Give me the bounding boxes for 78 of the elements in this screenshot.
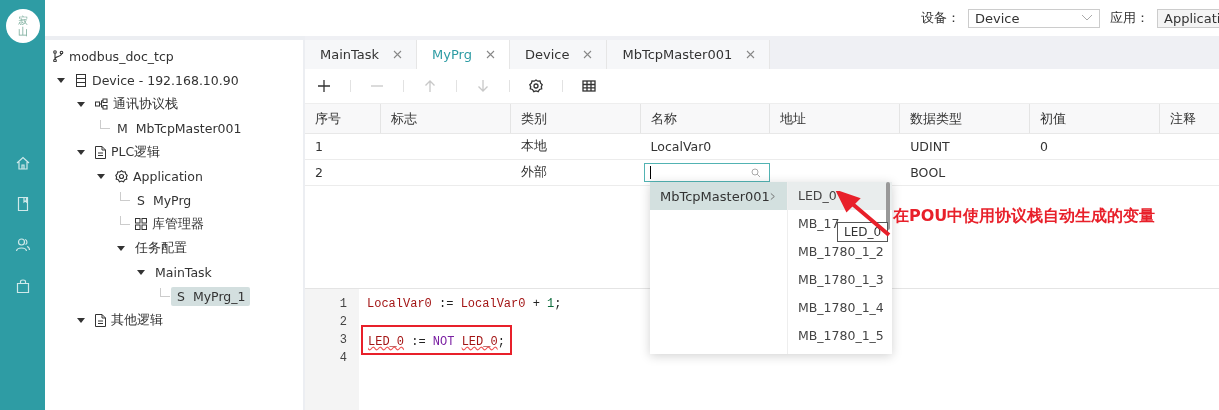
tree-item[interactable]: PLC逻辑: [91, 141, 165, 163]
device-select[interactable]: Device: [968, 8, 1100, 28]
plus-icon: [317, 79, 331, 93]
column-header: 注释: [1168, 109, 1197, 128]
tree-item[interactable]: MainTask: [151, 262, 216, 282]
table-cell: 本地: [520, 138, 547, 155]
column-header: 名称: [640, 104, 771, 133]
app-label: 应用：: [1110, 9, 1149, 27]
branch-icon: [52, 50, 64, 62]
close-icon[interactable]: [393, 50, 403, 59]
bag-icon[interactable]: [14, 278, 31, 294]
column-header: 序号: [305, 104, 381, 133]
users-icon[interactable]: [14, 237, 31, 253]
code-line: LocalVar0 := LocalVar0 + 1;: [367, 297, 562, 311]
table-cell: 0: [1040, 139, 1048, 154]
chevron-right-icon: [769, 191, 775, 201]
tree-item[interactable]: 库管理器: [131, 213, 208, 235]
table-cell: 1: [315, 139, 323, 154]
close-icon[interactable]: [746, 50, 756, 59]
tree-item[interactable]: S MyPrg: [131, 190, 196, 210]
expand-arrow-icon[interactable]: [57, 76, 65, 84]
expand-arrow-icon[interactable]: [77, 100, 85, 108]
gear-icon: [529, 79, 543, 93]
document-icon: [95, 145, 106, 159]
table-icon: [582, 79, 596, 93]
editor-tab[interactable]: MainTask: [305, 40, 418, 69]
line-number: 3: [338, 332, 348, 349]
table-cell: 2: [315, 165, 323, 180]
expand-arrow-icon[interactable]: [77, 316, 85, 324]
logo-icon: 寂山: [5, 9, 40, 43]
menu-item[interactable]: MB_1780_1_5: [788, 322, 892, 350]
code-line: LED_0 := NOT LED_0;: [368, 335, 505, 349]
tree-item[interactable]: M MbTcpMaster001: [111, 118, 246, 138]
home-icon[interactable]: [14, 155, 31, 171]
expand-arrow-icon[interactable]: [137, 268, 145, 276]
search-icon: [751, 167, 762, 178]
expand-arrow-icon[interactable]: [117, 244, 125, 252]
expand-arrow-icon[interactable]: [77, 148, 85, 156]
annotation-text: 在POU中使用协议栈自动生成的变量: [893, 206, 1156, 227]
column-header: 初值: [1030, 104, 1160, 133]
settings-icon: [115, 169, 128, 183]
table-cell: UDINT: [910, 139, 950, 154]
column-header: 地址: [770, 104, 901, 133]
table-cell: BOOL: [910, 165, 946, 180]
app-select[interactable]: Applicati: [1157, 8, 1219, 28]
expand-arrow-icon[interactable]: [97, 172, 105, 180]
tree-item[interactable]: Application: [111, 166, 207, 186]
search-field[interactable]: [644, 163, 771, 182]
menu-item[interactable]: MB_1780_1_3: [788, 266, 892, 294]
device-label: 设备：: [921, 9, 960, 27]
column-header: 类别: [510, 104, 641, 133]
scrollbar[interactable]: [886, 182, 890, 230]
server-icon: [75, 73, 87, 87]
close-icon[interactable]: [583, 50, 593, 59]
tree-item[interactable]: Device - 192.168.10.90: [71, 70, 243, 90]
editor-tab[interactable]: MbTcpMaster001: [607, 40, 771, 69]
editor-tab[interactable]: Device: [510, 40, 608, 69]
tree-item[interactable]: 任务配置: [131, 237, 191, 259]
chevron-down-icon: [1081, 14, 1093, 22]
column-header: 数据类型: [900, 104, 1031, 133]
tree-item[interactable]: 通讯协议栈: [91, 93, 182, 115]
line-number: 2: [338, 314, 348, 331]
table-cell: 外部: [520, 164, 547, 181]
close-icon[interactable]: [486, 50, 495, 59]
table-cell: LocalVar0: [650, 139, 712, 154]
menu-group-item[interactable]: MbTcpMaster001: [650, 182, 787, 210]
tree-item[interactable]: 其他逻辑: [91, 309, 167, 331]
grid-icon: [135, 218, 147, 230]
menu-item[interactable]: MB_1780_1_4: [788, 294, 892, 322]
column-header: 标志: [380, 104, 511, 133]
project-name: modbus_doc_tcp: [69, 48, 174, 64]
document-icon: [95, 313, 106, 327]
arrow-up-icon: [423, 79, 437, 93]
line-number: 1: [338, 296, 348, 313]
arrow-down-icon: [476, 79, 490, 93]
line-number: 4: [338, 350, 348, 367]
network-icon: [95, 98, 108, 110]
tree-item[interactable]: S MyPrg_1: [171, 286, 250, 306]
